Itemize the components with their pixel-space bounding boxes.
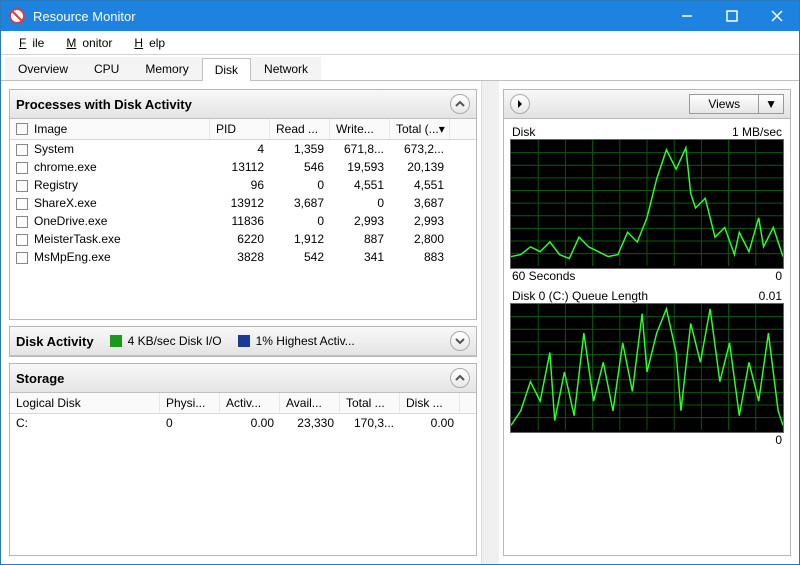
- window-title: Resource Monitor: [33, 9, 664, 24]
- col-read[interactable]: Read ...: [270, 119, 330, 139]
- legend1-label: 4 KB/sec Disk I/O: [128, 334, 222, 348]
- row-checkbox[interactable]: [16, 144, 28, 156]
- tabs: Overview CPU Memory Disk Network: [1, 55, 799, 81]
- legend2-label: 1% Highest Activ...: [256, 334, 355, 348]
- col-physi[interactable]: Physi...: [160, 393, 220, 413]
- storage-section: Storage Logical Disk Physi... Activ... A…: [9, 363, 477, 556]
- col-avail[interactable]: Avail...: [280, 393, 340, 413]
- tab-cpu[interactable]: CPU: [81, 57, 132, 80]
- graph2-scale: 0.01: [759, 289, 782, 303]
- tab-disk[interactable]: Disk: [202, 58, 251, 81]
- menu-monitor[interactable]: Monitor: [54, 34, 118, 52]
- graphs-panel: Disk 1 MB/sec 60 Seconds 0 Disk 0 (C:) Que…: [503, 119, 791, 556]
- left-scrollbar[interactable]: [481, 81, 499, 564]
- disk-graph: Disk 1 MB/sec 60 Seconds 0: [510, 125, 784, 283]
- graphs-expand-button[interactable]: [510, 94, 530, 114]
- app-icon: [9, 8, 25, 24]
- storage-collapse-button[interactable]: [450, 368, 470, 388]
- col-image[interactable]: Image: [10, 119, 210, 139]
- col-total[interactable]: Total ...: [340, 393, 400, 413]
- col-pid[interactable]: PID: [210, 119, 270, 139]
- menu-help[interactable]: Help: [122, 34, 171, 52]
- storage-title: Storage: [16, 371, 64, 386]
- graph1-scale: 1 MB/sec: [732, 125, 782, 139]
- disk-activity-expand-button[interactable]: [450, 331, 470, 351]
- processes-collapse-button[interactable]: [450, 94, 470, 114]
- graph1-xaxis-right: 0: [775, 269, 782, 283]
- graph2-title: Disk 0 (C:) Queue Length: [512, 289, 648, 303]
- select-all-checkbox[interactable]: [16, 123, 28, 135]
- menubar: File Monitor Help: [1, 31, 799, 55]
- processes-title: Processes with Disk Activity: [16, 97, 192, 112]
- row-checkbox[interactable]: [16, 234, 28, 246]
- table-row[interactable]: MsMpEng.exe3828542341883: [10, 248, 476, 266]
- views-dropdown-icon[interactable]: ▼: [759, 95, 783, 113]
- tab-memory[interactable]: Memory: [132, 57, 201, 80]
- col-disk[interactable]: Disk ...: [400, 393, 460, 413]
- row-checkbox[interactable]: [16, 180, 28, 192]
- sort-indicator-icon: ▾: [439, 122, 445, 136]
- col-activ[interactable]: Activ...: [220, 393, 280, 413]
- table-row[interactable]: C:00.0023,330170,3...0.00: [10, 414, 476, 432]
- menu-file[interactable]: File: [7, 34, 50, 52]
- col-write[interactable]: Write...: [330, 119, 390, 139]
- graph1-title: Disk: [512, 125, 535, 139]
- disk-activity-section: Disk Activity 4 KB/sec Disk I/O 1% Highe…: [9, 326, 477, 357]
- row-checkbox[interactable]: [16, 198, 28, 210]
- table-row[interactable]: ShareX.exe139123,68703,687: [10, 194, 476, 212]
- graph2-xaxis-right: 0: [775, 433, 782, 447]
- minimize-button[interactable]: [664, 1, 709, 31]
- row-checkbox[interactable]: [16, 162, 28, 174]
- table-row[interactable]: System41,359671,8...673,2...: [10, 140, 476, 158]
- table-row[interactable]: Registry9604,5514,551: [10, 176, 476, 194]
- table-row[interactable]: chrome.exe1311254619,59320,139: [10, 158, 476, 176]
- table-row[interactable]: MeisterTask.exe62201,9128872,800: [10, 230, 476, 248]
- views-button[interactable]: Views ▼: [689, 94, 784, 114]
- row-checkbox[interactable]: [16, 252, 28, 264]
- titlebar: Resource Monitor: [1, 1, 799, 31]
- legend2-swatch: [238, 335, 250, 347]
- disk-activity-title: Disk Activity: [16, 334, 94, 349]
- table-row[interactable]: OneDrive.exe1183602,9932,993: [10, 212, 476, 230]
- graph1-xaxis-left: 60 Seconds: [512, 269, 575, 283]
- row-checkbox[interactable]: [16, 216, 28, 228]
- maximize-button[interactable]: [709, 1, 754, 31]
- queue-graph: Disk 0 (C:) Queue Length 0.01 0: [510, 289, 784, 447]
- legend1-swatch: [110, 335, 122, 347]
- disk-graph-area: [510, 139, 784, 269]
- tab-network[interactable]: Network: [251, 57, 321, 80]
- graphs-header: Views ▼: [503, 89, 791, 119]
- col-logical[interactable]: Logical Disk: [10, 393, 160, 413]
- tab-overview[interactable]: Overview: [5, 57, 81, 80]
- processes-section: Processes with Disk Activity Image PID R…: [9, 89, 477, 320]
- close-button[interactable]: [754, 1, 799, 31]
- queue-graph-area: [510, 303, 784, 433]
- col-total[interactable]: Total (...▾: [390, 119, 450, 139]
